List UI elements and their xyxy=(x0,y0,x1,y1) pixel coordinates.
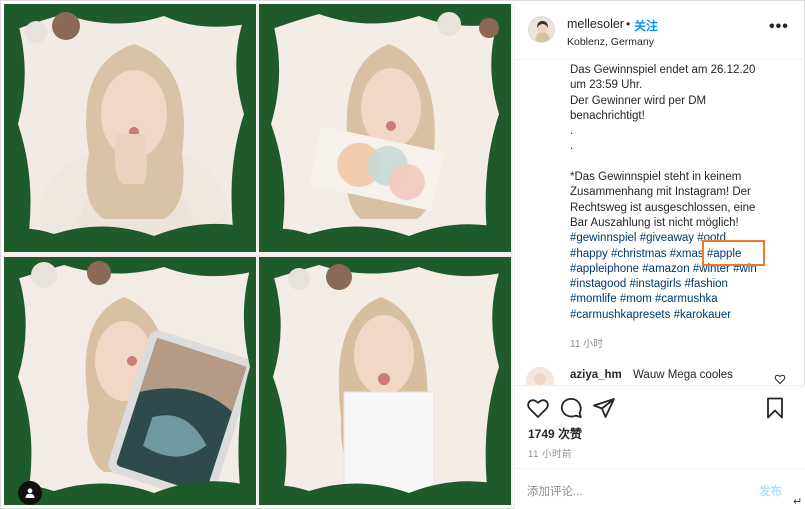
photo-tile-gift-card xyxy=(259,4,511,252)
post-comment-button[interactable]: 发布 xyxy=(759,483,782,499)
post-header: mellesoler • 关注 Koblenz, Germany ••• xyxy=(515,0,805,60)
photo-tile-blow-kiss xyxy=(4,4,256,252)
follow-button[interactable]: 关注 xyxy=(634,17,658,34)
username[interactable]: mellesoler xyxy=(567,17,624,31)
caption-line xyxy=(570,155,790,170)
hashtag-line: #instagood #instagirls #fashion xyxy=(570,277,790,292)
bookmark-icon[interactable] xyxy=(763,396,787,420)
comment-text: Wauw Mega cooles xyxy=(633,369,733,381)
post-caption: Das Gewinnspiel endet am 26.12.20 um 23:… xyxy=(570,63,790,323)
heart-icon[interactable] xyxy=(526,396,550,420)
person-icon[interactable] xyxy=(18,481,42,505)
hashtag-link[interactable]: #gewinnspiel xyxy=(570,232,637,244)
hashtag-link[interactable]: #giveaway xyxy=(640,232,694,244)
hashtag-link[interactable]: #instagood xyxy=(570,278,626,290)
hashtag-link[interactable]: #momlife xyxy=(570,293,617,305)
photo-tile-ipad xyxy=(4,257,256,505)
hashtag-line: #carmushkapresets #karokauer xyxy=(570,308,790,323)
caption-line: . xyxy=(570,125,574,138)
hashtag-link[interactable]: #karokauer xyxy=(674,309,732,321)
hashtag-link[interactable]: #mom xyxy=(620,293,652,305)
comment-row: aziya_hm Wauw Mega cooles xyxy=(526,365,796,395)
caption-line: Bar Auszahlung ist nicht möglich! xyxy=(570,216,739,229)
commenter-username[interactable]: aziya_hm xyxy=(570,369,622,381)
action-bar: 1749 次赞 11 小时前 添加评论... 发布 xyxy=(515,385,805,509)
caption-line: . xyxy=(570,140,574,153)
more-options-icon[interactable]: ••• xyxy=(769,18,789,36)
post-photo[interactable] xyxy=(4,4,513,505)
photo-tile-box xyxy=(259,257,511,505)
hashtag-link[interactable]: #christmas xyxy=(611,248,667,260)
hashtag-link[interactable]: #fashion xyxy=(684,278,727,290)
caption-line: um 23:59 Uhr. xyxy=(570,79,643,92)
location-link[interactable]: Koblenz, Germany xyxy=(567,36,654,48)
caption-line: *Das Gewinnspiel steht in keinem xyxy=(570,171,742,184)
caption-line: Das Gewinnspiel endet am 26.12.20 xyxy=(570,64,756,76)
avatar[interactable] xyxy=(528,16,555,43)
hashtag-link[interactable]: #appleiphone xyxy=(570,263,639,275)
caption-timestamp: 11 小时 xyxy=(570,339,604,350)
separator-dot: • xyxy=(626,17,631,31)
post-timestamp: 11 小时前 xyxy=(528,449,573,460)
hashtag-link[interactable]: #carmushkapresets xyxy=(570,309,670,321)
comment-bubble-icon[interactable] xyxy=(559,396,583,420)
return-arrow-icon: ↵ xyxy=(793,496,803,508)
hashtag-link[interactable]: #xmas xyxy=(670,248,704,260)
hashtag-line: #momlife #mom #carmushka xyxy=(570,292,790,307)
caption-line: Rechtsweg ist ausgeschlossen, eine xyxy=(570,201,756,214)
comment-heart-icon[interactable] xyxy=(774,373,786,385)
comment-input[interactable]: 添加评论... xyxy=(527,483,727,499)
caption-line: Der Gewinner wird per DM xyxy=(570,94,707,107)
caption-line: Zusammenhang mit Instagram! Der xyxy=(570,186,751,199)
hashtag-link[interactable]: #instagirls xyxy=(629,278,681,290)
paper-plane-icon[interactable] xyxy=(592,396,616,420)
hashtag-link[interactable]: #happy xyxy=(570,248,608,260)
hashtag-highlight-box xyxy=(702,240,765,266)
add-comment-row: 添加评论... 发布 xyxy=(515,468,805,509)
hashtag-link[interactable]: #carmushka xyxy=(655,293,718,305)
hashtag-link[interactable]: #amazon xyxy=(642,263,689,275)
likes-count[interactable]: 1749 次赞 xyxy=(528,425,582,442)
caption-line: benachrichtigt! xyxy=(570,109,645,122)
